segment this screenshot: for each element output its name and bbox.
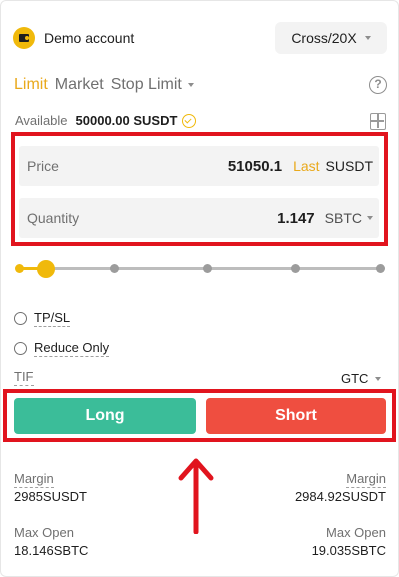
short-button[interactable]: Short — [206, 398, 386, 434]
reduce-only-checkbox[interactable]: Reduce Only — [14, 340, 110, 357]
price-label: Price — [27, 158, 59, 174]
tpsl-checkbox[interactable]: TP/SL — [14, 310, 71, 327]
tab-stop-limit[interactable]: Stop Limit — [111, 76, 194, 94]
margin-mode-label: Cross/20X — [291, 30, 357, 46]
chevron-down-icon — [187, 83, 194, 87]
tab-stop-limit-label: Stop Limit — [110, 76, 182, 93]
slider-step-75[interactable] — [291, 264, 300, 273]
short-max-open-label: Max Open — [326, 525, 386, 540]
available-balance: Available 50000.00 SUSDT — [15, 113, 197, 128]
tab-limit[interactable]: Limit — [14, 76, 48, 94]
reduce-only-label: Reduce Only — [34, 340, 110, 357]
tpsl-label: TP/SL — [34, 310, 71, 327]
price-value[interactable]: 51050.1 — [228, 158, 282, 175]
short-margin-label: Margin — [346, 471, 386, 488]
arrow-up-icon — [178, 458, 214, 534]
order-panel: Demo account Cross/20X Limit Market Stop… — [0, 0, 399, 577]
margin-mode-button[interactable]: Cross/20X — [275, 22, 387, 54]
long-max-open-value: 18.146SBTC — [14, 543, 89, 558]
quantity-field[interactable]: Quantity 1.147 SBTC — [19, 198, 379, 238]
radio-circle-icon — [14, 312, 27, 325]
tif-value: GTC — [341, 371, 369, 386]
price-unit: SUSDT — [325, 158, 373, 174]
quantity-value[interactable]: 1.147 — [277, 210, 315, 227]
available-label: Available — [15, 113, 68, 128]
tif-select[interactable]: GTC — [341, 371, 382, 386]
long-max-open-label: Max Open — [14, 525, 74, 540]
slider-step-25[interactable] — [110, 264, 119, 273]
leverage-slider[interactable] — [15, 260, 387, 278]
order-type-tabs: Limit Market Stop Limit — [14, 76, 201, 94]
slider-step-0[interactable] — [15, 264, 24, 273]
quantity-unit-select[interactable]: SBTC — [325, 210, 373, 226]
account-selector[interactable]: Demo account — [13, 27, 134, 49]
tif-label: TIF — [14, 369, 34, 386]
short-margin-value: 2984.92SUSDT — [294, 489, 386, 504]
price-field[interactable]: Price 51050.1 Last SUSDT — [19, 146, 379, 186]
quantity-unit: SBTC — [324, 210, 362, 226]
slider-step-50[interactable] — [203, 264, 212, 273]
last-price-link[interactable]: Last — [293, 158, 319, 174]
slider-handle[interactable] — [37, 260, 55, 278]
available-value: 50000.00 SUSDT — [75, 113, 178, 128]
coin-icon[interactable] — [182, 113, 197, 128]
long-button[interactable]: Long — [14, 398, 196, 434]
slider-track — [19, 267, 383, 270]
account-label: Demo account — [44, 30, 135, 46]
chevron-down-icon — [367, 216, 373, 220]
calculator-icon[interactable] — [370, 113, 386, 130]
wallet-icon — [13, 27, 35, 49]
help-icon[interactable]: ? — [369, 76, 387, 94]
short-max-open-value: 19.035SBTC — [311, 543, 386, 558]
radio-circle-icon — [14, 342, 27, 355]
chevron-down-icon — [364, 36, 371, 40]
long-margin-value: 2985SUSDT — [14, 489, 87, 504]
tab-market[interactable]: Market — [55, 76, 104, 94]
long-margin-label: Margin — [14, 471, 54, 488]
slider-step-100[interactable] — [376, 264, 385, 273]
chevron-down-icon — [375, 376, 382, 381]
quantity-label: Quantity — [27, 210, 80, 226]
